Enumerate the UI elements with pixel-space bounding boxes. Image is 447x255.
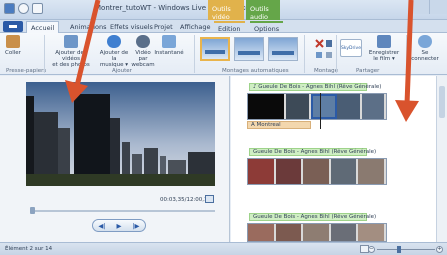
clip-thumbnail	[330, 224, 359, 241]
edit-tools-icon[interactable]	[314, 38, 334, 62]
clip-strip[interactable]	[247, 93, 387, 120]
playback-time: 00:03,35/12:00,11	[160, 197, 212, 203]
snapshot-button[interactable]: Instantané	[154, 35, 184, 56]
ribbon-separator	[44, 35, 45, 73]
clip-thumbnail	[303, 159, 331, 184]
tab-projet[interactable]: Projet	[150, 21, 177, 33]
webcam-label: Vidéo par webcam	[131, 50, 155, 68]
fullscreen-button[interactable]	[205, 195, 214, 203]
clip-thumbnail	[286, 94, 311, 119]
clip-thumbnail	[358, 159, 386, 184]
zoom-in-icon[interactable]: +	[436, 246, 443, 253]
seek-bar[interactable]	[30, 210, 215, 212]
film-save-icon	[377, 35, 391, 48]
skydrive-share-button[interactable]: SkyDrive	[340, 39, 362, 57]
previous-frame-icon[interactable]: ◀|	[98, 222, 105, 230]
music-caption-bar[interactable]: ♪ Gueule De Bois - Agnes Bihl (Rêve Géné…	[249, 83, 381, 91]
clip-thumbnail	[248, 159, 276, 184]
zoom-slider-thumb[interactable]	[397, 246, 401, 253]
undo-icon[interactable]	[18, 3, 29, 14]
tab-accueil[interactable]: Accueil	[26, 21, 60, 33]
seek-thumb[interactable]	[30, 207, 35, 214]
clip-thumbnail-selected	[310, 94, 337, 119]
clip-thumbnail	[303, 224, 331, 241]
snapshot-label: Instantané	[154, 50, 184, 56]
clip-thumbnail	[330, 159, 359, 184]
automovie-theme-2[interactable]	[234, 37, 264, 61]
music-caption-bar[interactable]: Gueule De Bois - Agnes Bihl (Rêve Généra…	[249, 148, 376, 156]
save-icon[interactable]	[4, 3, 15, 14]
status-bar: Élément 2 sur 14 − +	[0, 242, 447, 255]
clip-thumbnail	[248, 94, 286, 119]
playhead-cursor[interactable]	[320, 93, 321, 129]
ribbon-separator	[336, 35, 337, 73]
automovie-theme-3[interactable]	[268, 37, 298, 61]
clip-thumbnail	[275, 224, 304, 241]
city-skyline-image	[26, 82, 215, 186]
quick-access-toolbar	[4, 3, 43, 14]
playback-controls: ◀| ▶ |▶	[92, 219, 146, 232]
group-label-edit: Montage	[314, 68, 338, 74]
clip-thumbnail	[361, 94, 386, 119]
clip-strip[interactable]	[247, 158, 387, 185]
clip-strip[interactable]	[247, 223, 387, 242]
clip-thumbnail	[337, 94, 362, 119]
zoom-slider[interactable]	[377, 249, 435, 250]
group-label-automovie: Montages automatiques	[222, 68, 289, 74]
file-menu-button[interactable]	[3, 21, 23, 32]
zoom-out-icon[interactable]: −	[368, 246, 375, 253]
contextual-tab-audio-tools: Outils audio	[246, 0, 280, 21]
scrollbar-thumb[interactable]	[439, 86, 445, 118]
group-label-share: Partager	[356, 68, 380, 74]
status-item-count: Élément 2 sur 14	[5, 246, 53, 252]
annotation-arrow-right	[395, 0, 419, 122]
next-frame-icon[interactable]: |▶	[132, 222, 139, 230]
automovie-theme-1[interactable]	[200, 37, 230, 61]
clip-thumbnail	[275, 159, 304, 184]
group-label-clipboard: Presse-papiers	[6, 68, 47, 74]
storyboard-scrollbar[interactable]	[436, 76, 447, 242]
tab-edition[interactable]: Edition	[214, 21, 245, 33]
clipboard-icon	[6, 35, 20, 48]
preview-pane: 00:03,35/12:00,11 ◀| ▶ |▶	[0, 76, 230, 242]
text-overlay-label[interactable]: A Montreal	[247, 121, 311, 129]
clip-thumbnail	[358, 224, 386, 241]
webcam-icon	[136, 35, 150, 48]
video-preview[interactable]	[26, 82, 215, 186]
webcam-video-button[interactable]: Vidéo par webcam	[131, 35, 155, 68]
play-icon[interactable]: ▶	[116, 222, 121, 230]
group-label-add: Ajouter	[112, 68, 132, 74]
ribbon-separator	[304, 35, 305, 73]
paste-button[interactable]: Coller	[4, 35, 22, 56]
contextual-tab-video-tools: Outils vidéo	[208, 0, 244, 21]
maximize-button[interactable]	[429, 0, 447, 14]
tab-affichage[interactable]: Affichage	[176, 21, 215, 33]
paste-label: Coller	[5, 50, 21, 56]
music-caption-bar[interactable]: Gueule De Bois - Agnes Bihl (Rêve Généra…	[249, 213, 376, 221]
ribbon-separator	[194, 35, 195, 73]
redo-icon[interactable]	[32, 3, 43, 14]
movie-maker-window: Montrer_tutoWT - Windows Live Movie Make…	[0, 0, 447, 255]
annotation-arrow-left	[65, 0, 101, 103]
clip-thumbnail	[248, 224, 276, 241]
snapshot-icon	[162, 35, 176, 48]
tab-options[interactable]: Options	[250, 21, 284, 33]
